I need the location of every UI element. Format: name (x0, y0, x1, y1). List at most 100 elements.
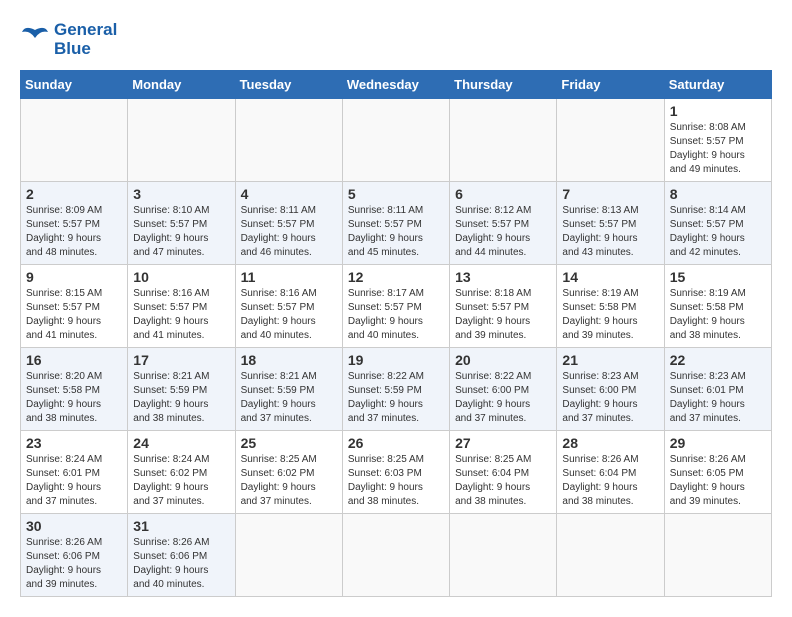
page-header: General Blue (20, 20, 772, 60)
day-number: 12 (348, 269, 444, 285)
logo-line2: Blue (54, 40, 117, 59)
calendar-cell: 1 Sunrise: 8:08 AMSunset: 5:57 PMDaylight… (664, 99, 771, 182)
day-info: Sunrise: 8:19 AMSunset: 5:58 PMDaylight:… (562, 287, 658, 343)
day-info: Sunrise: 8:13 AMSunset: 5:57 PMDaylight:… (562, 204, 658, 260)
calendar-cell: 26 Sunrise: 8:25 AMSunset: 6:03 PMDayligh… (342, 431, 449, 514)
calendar-cell: 30Sunrise: 8:26 AMSunset: 6:06 PMDayligh… (21, 514, 128, 597)
column-header-saturday: Saturday (664, 71, 771, 99)
column-header-thursday: Thursday (450, 71, 557, 99)
day-info: Sunrise: 8:18 AMSunset: 5:57 PMDaylight:… (455, 287, 551, 343)
day-number: 11 (241, 269, 337, 285)
day-number: 9 (26, 269, 122, 285)
calendar-cell: 29 Sunrise: 8:26 AMSunset: 6:05 PMDayligh… (664, 431, 771, 514)
day-info: Sunrise: 8:24 AMSunset: 6:02 PMDaylight:… (133, 453, 229, 509)
day-info: Sunrise: 8:15 AMSunset: 5:57 PMDaylight:… (26, 287, 122, 343)
day-info: Sunrise: 8:25 AMSunset: 6:03 PMDaylight:… (348, 453, 444, 509)
calendar-cell: 25 Sunrise: 8:25 AMSunset: 6:02 PMDayligh… (235, 431, 342, 514)
day-info: Sunrise: 8:23 AMSunset: 6:01 PMDaylight:… (670, 370, 766, 426)
day-number: 1 (670, 103, 766, 119)
day-number: 16 (26, 352, 122, 368)
calendar-cell: 13 Sunrise: 8:18 AMSunset: 5:57 PMDayligh… (450, 265, 557, 348)
day-info: Sunrise: 8:08 AMSunset: 5:57 PMDaylight:… (670, 121, 766, 177)
day-number: 2 (26, 186, 122, 202)
day-number: 22 (670, 352, 766, 368)
calendar-body: 1 Sunrise: 8:08 AMSunset: 5:57 PMDaylight… (21, 99, 772, 597)
calendar-cell: 10 Sunrise: 8:16 AMSunset: 5:57 PMDayligh… (128, 265, 235, 348)
calendar-cell (450, 514, 557, 597)
calendar-cell (342, 514, 449, 597)
calendar-week-row: 23 Sunrise: 8:24 AMSunset: 6:01 PMDayligh… (21, 431, 772, 514)
day-info: Sunrise: 8:16 AMSunset: 5:57 PMDaylight:… (241, 287, 337, 343)
day-number: 13 (455, 269, 551, 285)
day-number: 7 (562, 186, 658, 202)
calendar-cell: 20Sunrise: 8:22 AMSunset: 6:00 PMDayligh… (450, 348, 557, 431)
day-number: 15 (670, 269, 766, 285)
calendar-cell (235, 514, 342, 597)
column-header-sunday: Sunday (21, 71, 128, 99)
column-header-tuesday: Tuesday (235, 71, 342, 99)
calendar-cell: 24 Sunrise: 8:24 AMSunset: 6:02 PMDayligh… (128, 431, 235, 514)
day-number: 10 (133, 269, 229, 285)
day-info: Sunrise: 8:22 AMSunset: 5:59 PMDaylight:… (348, 370, 444, 426)
day-number: 31 (133, 518, 229, 534)
calendar-cell: 15 Sunrise: 8:19 AMSunset: 5:58 PMDayligh… (664, 265, 771, 348)
day-info: Sunrise: 8:19 AMSunset: 5:58 PMDaylight:… (670, 287, 766, 343)
day-number: 3 (133, 186, 229, 202)
day-number: 26 (348, 435, 444, 451)
day-info: Sunrise: 8:26 AMSunset: 6:04 PMDaylight:… (562, 453, 658, 509)
day-number: 25 (241, 435, 337, 451)
day-info: Sunrise: 8:11 AMSunset: 5:57 PMDaylight:… (348, 204, 444, 260)
calendar-cell: 18 Sunrise: 8:21 AMSunset: 5:59 PMDayligh… (235, 348, 342, 431)
day-number: 5 (348, 186, 444, 202)
calendar-cell: 3 Sunrise: 8:10 AMSunset: 5:57 PMDaylight… (128, 182, 235, 265)
day-info: Sunrise: 8:10 AMSunset: 5:57 PMDaylight:… (133, 204, 229, 260)
calendar-week-row: 1 Sunrise: 8:08 AMSunset: 5:57 PMDaylight… (21, 99, 772, 182)
day-number: 4 (241, 186, 337, 202)
day-number: 21 (562, 352, 658, 368)
day-info: Sunrise: 8:21 AMSunset: 5:59 PMDaylight:… (133, 370, 229, 426)
day-info: Sunrise: 8:26 AMSunset: 6:05 PMDaylight:… (670, 453, 766, 509)
logo-line1: General (54, 21, 117, 40)
day-info: Sunrise: 8:25 AMSunset: 6:04 PMDaylight:… (455, 453, 551, 509)
calendar-cell: 2Sunrise: 8:09 AMSunset: 5:57 PMDaylight… (21, 182, 128, 265)
calendar-cell: 31 Sunrise: 8:26 AMSunset: 6:06 PMDayligh… (128, 514, 235, 597)
day-info: Sunrise: 8:21 AMSunset: 5:59 PMDaylight:… (241, 370, 337, 426)
calendar-cell: 16Sunrise: 8:20 AMSunset: 5:58 PMDayligh… (21, 348, 128, 431)
day-number: 20 (455, 352, 551, 368)
calendar-cell: 17Sunrise: 8:21 AMSunset: 5:59 PMDayligh… (128, 348, 235, 431)
column-header-wednesday: Wednesday (342, 71, 449, 99)
calendar-cell (21, 99, 128, 182)
calendar-cell: 9 Sunrise: 8:15 AMSunset: 5:57 PMDaylight… (21, 265, 128, 348)
calendar-cell: 22 Sunrise: 8:23 AMSunset: 6:01 PMDayligh… (664, 348, 771, 431)
calendar-cell: 4Sunrise: 8:11 AMSunset: 5:57 PMDaylight… (235, 182, 342, 265)
calendar-cell: 21 Sunrise: 8:23 AMSunset: 6:00 PMDayligh… (557, 348, 664, 431)
calendar-cell (557, 99, 664, 182)
calendar-cell: 23 Sunrise: 8:24 AMSunset: 6:01 PMDayligh… (21, 431, 128, 514)
calendar-cell: 8Sunrise: 8:14 AMSunset: 5:57 PMDaylight… (664, 182, 771, 265)
calendar-cell: 6Sunrise: 8:12 AMSunset: 5:57 PMDaylight… (450, 182, 557, 265)
day-number: 23 (26, 435, 122, 451)
day-number: 29 (670, 435, 766, 451)
calendar-cell: 14Sunrise: 8:19 AMSunset: 5:58 PMDayligh… (557, 265, 664, 348)
day-info: Sunrise: 8:26 AMSunset: 6:06 PMDaylight:… (133, 536, 229, 592)
day-info: Sunrise: 8:25 AMSunset: 6:02 PMDaylight:… (241, 453, 337, 509)
calendar-table: SundayMondayTuesdayWednesdayThursdayFrid… (20, 70, 772, 597)
day-number: 18 (241, 352, 337, 368)
day-number: 8 (670, 186, 766, 202)
day-info: Sunrise: 8:24 AMSunset: 6:01 PMDaylight:… (26, 453, 122, 509)
calendar-cell: 7 Sunrise: 8:13 AMSunset: 5:57 PMDaylight… (557, 182, 664, 265)
calendar-cell (342, 99, 449, 182)
day-info: Sunrise: 8:17 AMSunset: 5:57 PMDaylight:… (348, 287, 444, 343)
calendar-week-row: 2Sunrise: 8:09 AMSunset: 5:57 PMDaylight… (21, 182, 772, 265)
day-info: Sunrise: 8:16 AMSunset: 5:57 PMDaylight:… (133, 287, 229, 343)
calendar-header-row: SundayMondayTuesdayWednesdayThursdayFrid… (21, 71, 772, 99)
day-number: 6 (455, 186, 551, 202)
day-info: Sunrise: 8:26 AMSunset: 6:06 PMDaylight:… (26, 536, 122, 592)
day-number: 24 (133, 435, 229, 451)
day-number: 28 (562, 435, 658, 451)
day-info: Sunrise: 8:23 AMSunset: 6:00 PMDaylight:… (562, 370, 658, 426)
calendar-cell (664, 514, 771, 597)
calendar-week-row: 9 Sunrise: 8:15 AMSunset: 5:57 PMDaylight… (21, 265, 772, 348)
day-number: 19 (348, 352, 444, 368)
calendar-cell: 11 Sunrise: 8:16 AMSunset: 5:57 PMDayligh… (235, 265, 342, 348)
